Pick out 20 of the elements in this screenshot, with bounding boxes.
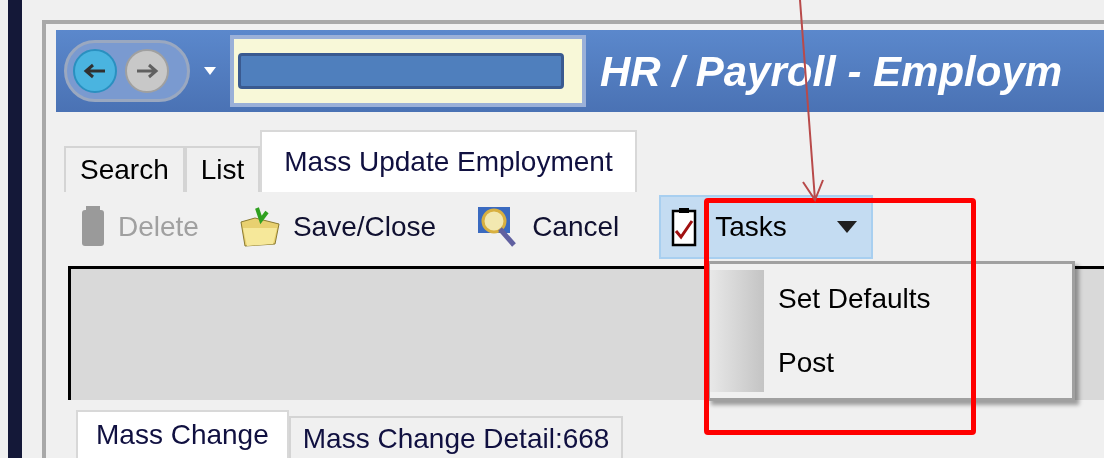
menu-item[interactable]: Post bbox=[778, 344, 931, 382]
right-arrow-icon bbox=[135, 63, 159, 79]
tasks-button[interactable]: Tasks bbox=[659, 195, 874, 259]
forward-button[interactable] bbox=[125, 49, 169, 93]
tab[interactable]: Mass Change bbox=[76, 410, 289, 458]
tab[interactable]: Mass Change Detail:668 bbox=[288, 416, 624, 458]
back-button[interactable] bbox=[73, 49, 117, 93]
toolbar-button[interactable]: Cancel bbox=[476, 205, 620, 249]
trash-can-icon bbox=[80, 206, 106, 248]
folder-icon bbox=[238, 206, 281, 248]
address-field[interactable] bbox=[230, 35, 586, 107]
toolbar-button[interactable]: Save/Close bbox=[238, 206, 437, 248]
dropdown-caret-icon bbox=[837, 221, 858, 233]
tab[interactable]: Mass Update Employment bbox=[260, 130, 637, 192]
left-arrow-icon bbox=[83, 63, 107, 79]
clipboard-check-icon bbox=[671, 207, 698, 247]
tab[interactable]: Search bbox=[64, 146, 185, 192]
menu-item[interactable]: Set Defaults bbox=[778, 280, 931, 318]
caret-icon bbox=[204, 67, 216, 75]
tab[interactable]: List bbox=[184, 146, 261, 192]
